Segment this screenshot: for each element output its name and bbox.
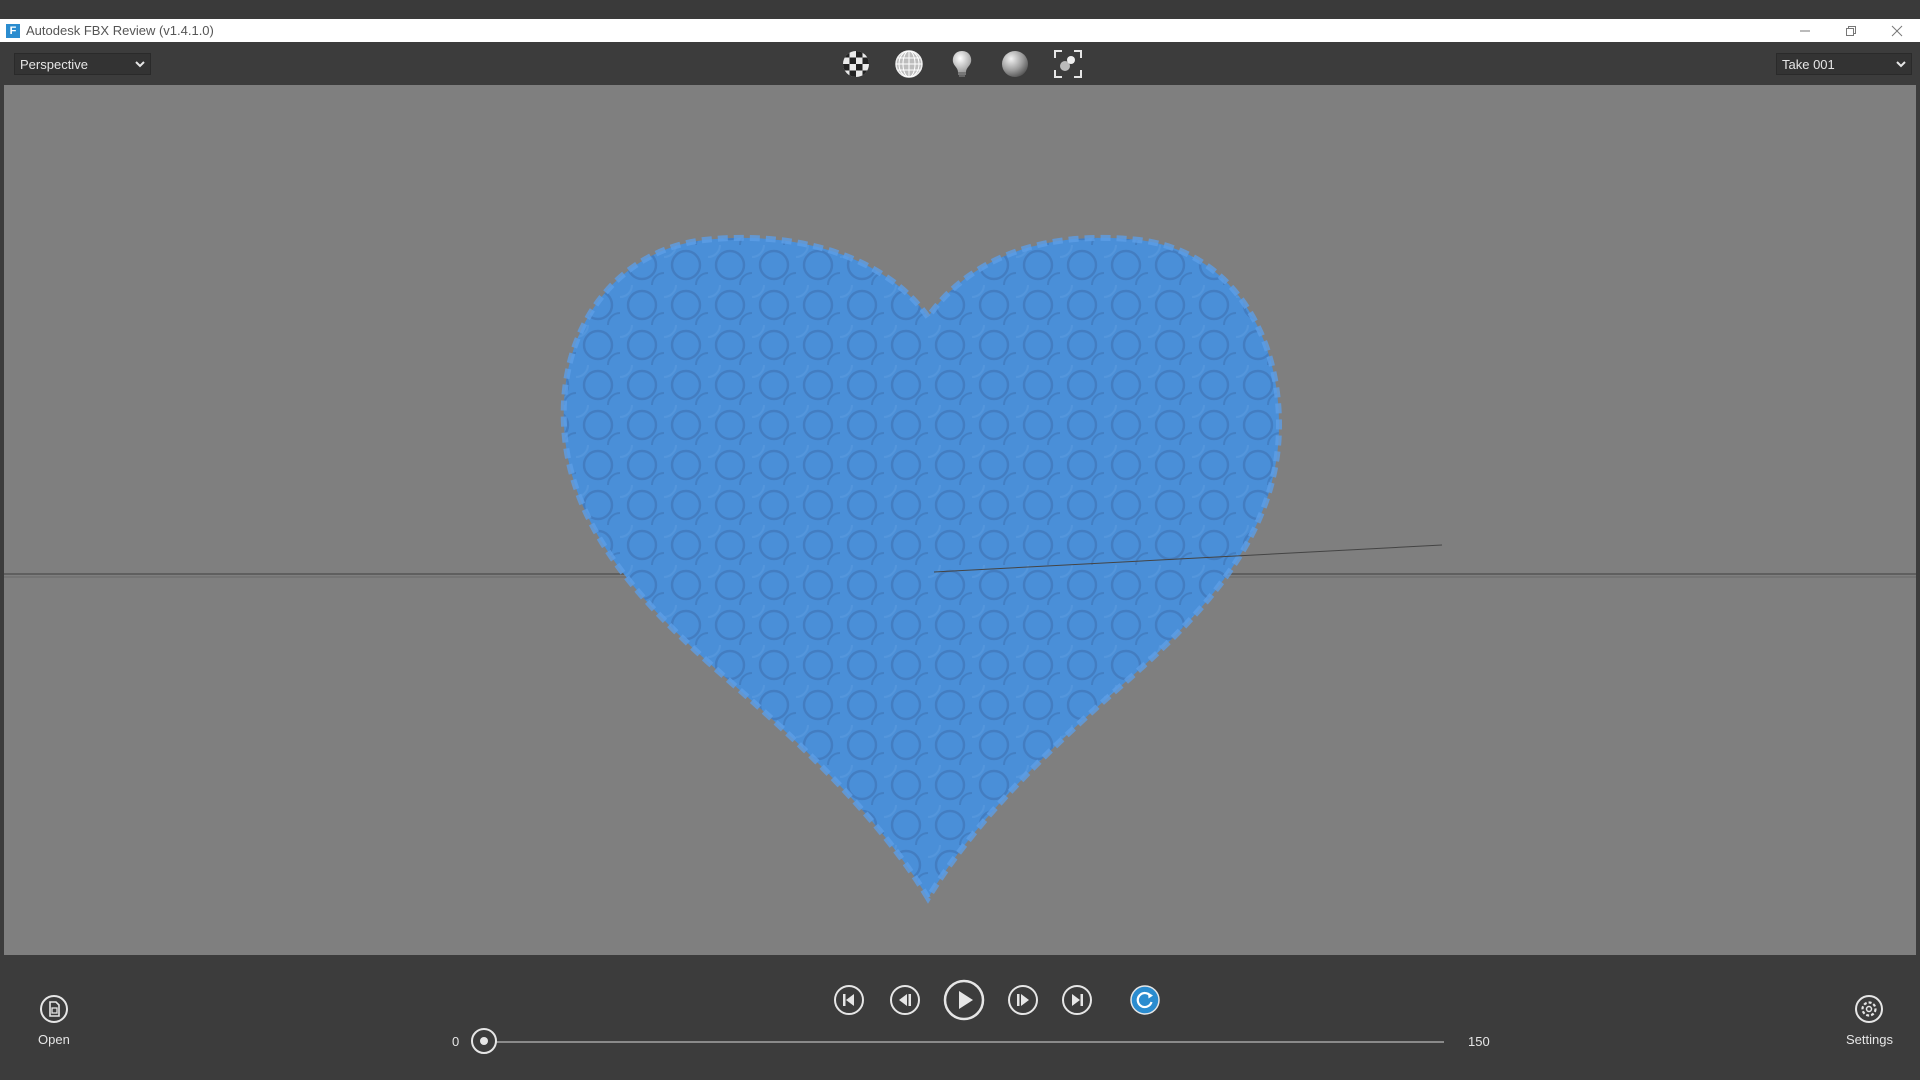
step-back-icon <box>890 985 920 1015</box>
minimize-button[interactable] <box>1782 19 1828 42</box>
heart-particle-model <box>560 234 1283 904</box>
title-bar: F Autodesk FBX Review (v1.4.1.0) <box>0 19 1920 42</box>
shaded-sphere-icon <box>1002 51 1028 77</box>
go-to-end-icon <box>1062 985 1092 1015</box>
frame-all-button[interactable] <box>1052 48 1084 80</box>
scrubber-dot <box>480 1037 488 1045</box>
shading-toggle-button[interactable] <box>999 48 1031 80</box>
step-forward-icon <box>1008 985 1038 1015</box>
go-to-end-button[interactable] <box>1061 984 1093 1016</box>
frame-all-icon <box>1054 50 1082 78</box>
light-bulb-icon <box>952 51 972 77</box>
open-button[interactable]: Open <box>38 994 70 1047</box>
open-file-icon <box>39 995 68 1023</box>
close-icon <box>1891 25 1903 36</box>
view-mode-icons <box>840 48 1084 80</box>
camera-select[interactable]: Perspective <box>14 53 151 75</box>
play-icon <box>943 979 985 1021</box>
go-to-start-button[interactable] <box>833 984 865 1016</box>
window-controls <box>1782 19 1920 42</box>
restore-button[interactable] <box>1828 19 1874 42</box>
loop-icon <box>1130 985 1160 1015</box>
step-back-button[interactable] <box>889 984 921 1016</box>
settings-button[interactable]: Settings <box>1846 994 1893 1047</box>
3d-viewport[interactable] <box>4 85 1916 955</box>
app-logo-icon: F <box>6 23 20 38</box>
open-label: Open <box>38 1032 70 1047</box>
play-button[interactable] <box>943 979 985 1021</box>
chevron-down-icon <box>1896 61 1906 68</box>
settings-label: Settings <box>1846 1032 1893 1047</box>
playback-bar: Open 0 150 Settings <box>0 955 1920 1080</box>
go-to-start-icon <box>834 985 864 1015</box>
take-select[interactable]: Take 001 <box>1776 53 1912 75</box>
viewport-scene <box>4 234 1916 904</box>
timeline-end-label: 150 <box>1468 1034 1490 1049</box>
timeline-track[interactable] <box>484 1041 1444 1043</box>
camera-select-value: Perspective <box>20 56 88 72</box>
loop-button[interactable] <box>1129 984 1161 1016</box>
window-title: Autodesk FBX Review (v1.4.1.0) <box>26 23 214 38</box>
wireframe-toggle-button[interactable] <box>893 48 925 80</box>
texture-toggle-button[interactable] <box>840 48 872 80</box>
chevron-down-icon <box>135 61 145 68</box>
gear-icon <box>1855 995 1884 1023</box>
take-select-value: Take 001 <box>1782 56 1835 72</box>
timeline-start-label: 0 <box>452 1034 460 1049</box>
timeline-scrubber-handle[interactable] <box>471 1028 497 1054</box>
minimize-icon <box>1800 30 1810 31</box>
transport-controls <box>833 979 1161 1021</box>
restore-icon <box>1846 25 1856 36</box>
checker-texture-icon <box>843 51 869 77</box>
close-button[interactable] <box>1874 19 1920 42</box>
lighting-toggle-button[interactable] <box>946 48 978 80</box>
desktop-strip <box>0 0 1920 19</box>
step-forward-button[interactable] <box>1007 984 1039 1016</box>
wireframe-sphere-icon <box>895 50 923 78</box>
